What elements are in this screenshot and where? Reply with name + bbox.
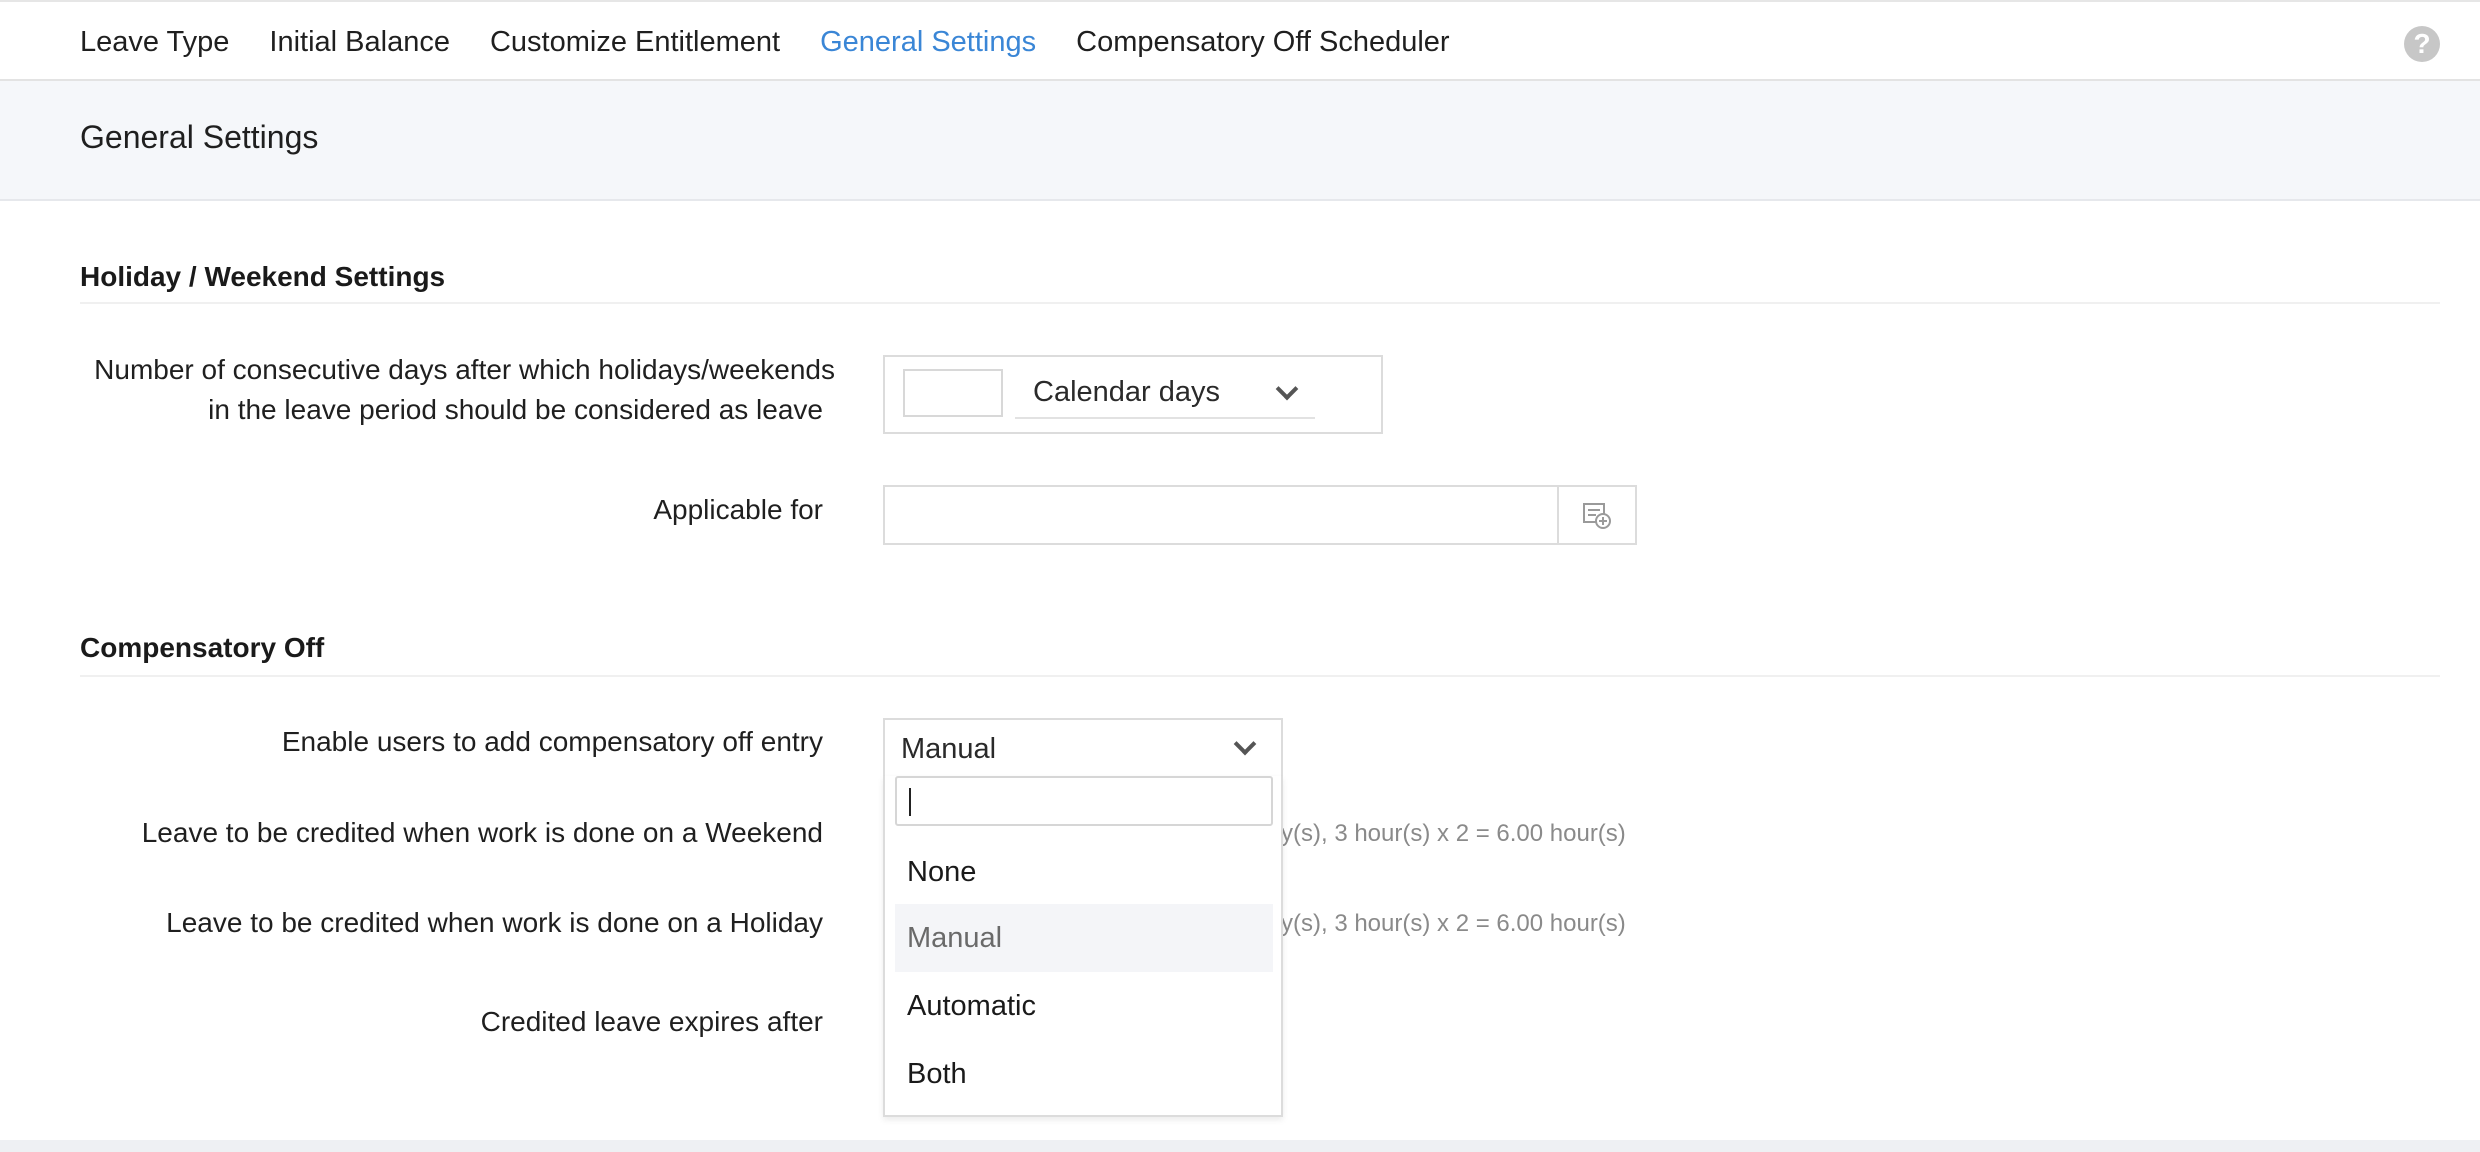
dropdown-option-automatic[interactable]: Automatic — [895, 972, 1273, 1040]
weekend-credit-label: Leave to be credited when work is done o… — [141, 817, 823, 848]
holiday-credit-hint: y(s), 3 hour(s) x 2 = 6.00 hour(s) — [1281, 910, 1626, 937]
consecutive-days-label-line-2: in the leave period should be considered… — [208, 394, 823, 425]
top-tab-bar: Leave Type Initial Balance Customize Ent… — [0, 0, 2480, 85]
holiday-credit-label: Leave to be credited when work is done o… — [166, 907, 823, 938]
holiday-section-title: Holiday / Weekend Settings — [80, 261, 446, 292]
tabs: Leave Type Initial Balance Customize Ent… — [80, 2, 1490, 85]
consecutive-days-input[interactable] — [903, 369, 1003, 417]
day-unit-select[interactable]: Calendar days — [1015, 367, 1315, 419]
section-divider — [80, 302, 2440, 304]
applicable-for-label: Applicable for — [653, 494, 823, 525]
page-header: General Settings — [0, 81, 2480, 201]
comp-off-entry-select[interactable]: Manual — [883, 718, 1283, 778]
credited-leave-expires-label: Credited leave expires after — [480, 1006, 823, 1037]
day-unit-selected: Calendar days — [1033, 375, 1220, 408]
consecutive-days-control: Calendar days — [883, 355, 1383, 434]
comp-off-entry-dropdown: None Manual Automatic Both — [883, 776, 1283, 1117]
tab-leave-type[interactable]: Leave Type — [80, 2, 229, 83]
section-divider — [80, 675, 2440, 677]
enable-comp-off-label: Enable users to add compensatory off ent… — [281, 726, 823, 757]
list-add-icon — [1583, 503, 1611, 529]
applicable-for-field[interactable] — [883, 485, 1637, 545]
chevron-down-icon — [1275, 377, 1299, 401]
tab-compensatory-off-scheduler[interactable]: Compensatory Off Scheduler — [1076, 2, 1449, 83]
compensatory-section-title: Compensatory Off — [80, 632, 325, 663]
page-title: General Settings — [80, 119, 319, 155]
page: Leave Type Initial Balance Customize Ent… — [0, 0, 2480, 1152]
tab-general-settings[interactable]: General Settings — [820, 2, 1037, 85]
tab-customize-entitlement[interactable]: Customize Entitlement — [490, 2, 780, 83]
comp-off-entry-selected: Manual — [901, 732, 997, 765]
bottom-divider — [0, 1140, 2480, 1152]
dropdown-search-input[interactable] — [895, 776, 1273, 826]
dropdown-option-manual[interactable]: Manual — [895, 904, 1273, 972]
dropdown-option-none[interactable]: None — [895, 838, 1273, 906]
dropdown-option-both[interactable]: Both — [895, 1040, 1273, 1108]
text-caret — [909, 788, 911, 816]
help-icon[interactable]: ? — [2404, 26, 2440, 62]
consecutive-days-label-line-1: Number of consecutive days after which h… — [94, 354, 835, 385]
applicable-for-picker-button[interactable] — [1557, 487, 1635, 543]
chevron-down-icon — [1233, 732, 1257, 756]
weekend-credit-hint: y(s), 3 hour(s) x 2 = 6.00 hour(s) — [1281, 820, 1626, 847]
tab-initial-balance[interactable]: Initial Balance — [269, 2, 450, 83]
